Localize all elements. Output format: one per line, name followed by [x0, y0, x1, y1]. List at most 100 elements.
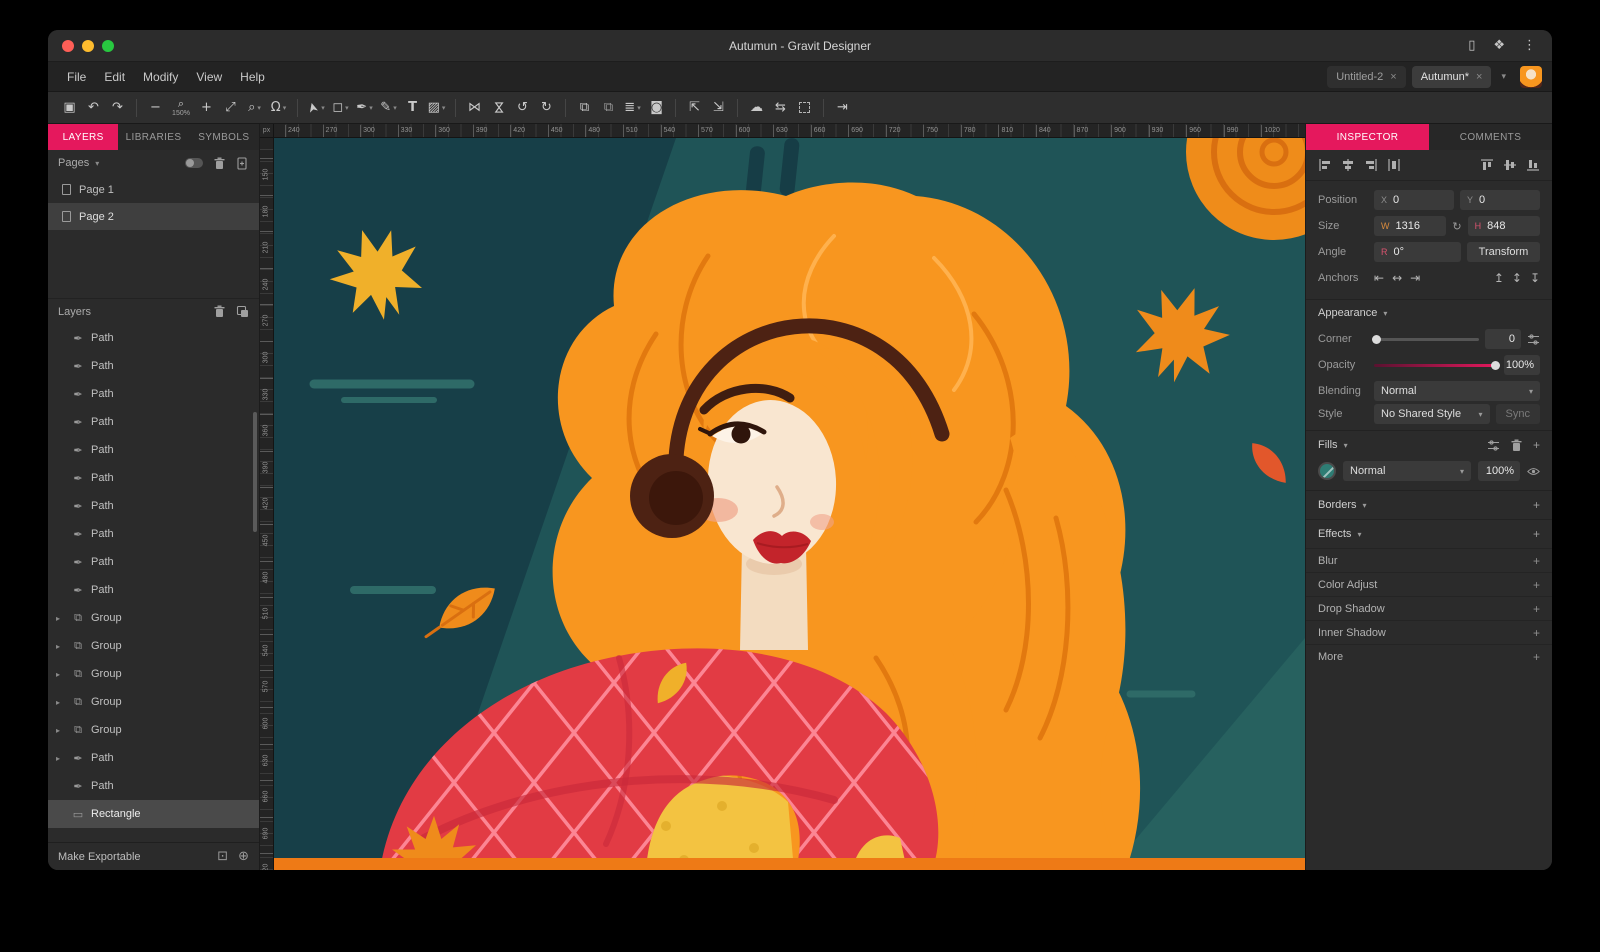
close-window-button[interactable]: [62, 40, 74, 52]
fill-color-swatch[interactable]: [1318, 462, 1336, 480]
layer-row-group-10[interactable]: ▸⧉Group: [48, 604, 259, 632]
expander-icon[interactable]: ▸: [56, 698, 65, 707]
effect-row-color-adjust[interactable]: Color Adjust+: [1306, 572, 1552, 596]
layer-row-path-4[interactable]: ✒Path: [48, 436, 259, 464]
close-tab-icon[interactable]: ×: [1390, 71, 1396, 83]
tab-comments[interactable]: COMMENTS: [1429, 124, 1552, 150]
fill-visibility-eye-icon[interactable]: [1527, 465, 1540, 478]
expander-icon[interactable]: ▸: [56, 642, 65, 651]
sync-history-button[interactable]: ⇆: [769, 96, 792, 120]
add-effect-header-icon[interactable]: +: [1533, 527, 1540, 541]
anchor-bottom-icon[interactable]: ↧: [1530, 271, 1540, 285]
layer-row-group-12[interactable]: ▸⧉Group: [48, 660, 259, 688]
extensions-icon[interactable]: ❖: [1493, 38, 1505, 53]
flip-horizontal-button[interactable]: ⋈: [463, 96, 486, 120]
zoom-level-control[interactable]: ⌕ 150%: [168, 98, 194, 117]
add-export-icon[interactable]: ⊕: [238, 849, 249, 864]
zoom-tool-button[interactable]: ⌕▾: [243, 96, 266, 120]
minimize-window-button[interactable]: [82, 40, 94, 52]
corner-settings-icon[interactable]: [1527, 333, 1540, 346]
sync-button[interactable]: Sync: [1496, 404, 1540, 424]
shared-style-dropdown[interactable]: No Shared Style ▾: [1374, 404, 1490, 424]
pen-tool-button[interactable]: ✒▾: [353, 96, 376, 120]
layer-row-path-16[interactable]: ✒Path: [48, 772, 259, 800]
effect-row-blur[interactable]: Blur+: [1306, 548, 1552, 572]
rotate-cw-button[interactable]: ↻: [535, 96, 558, 120]
effect-row-drop-shadow[interactable]: Drop Shadow+: [1306, 596, 1552, 620]
distribute-h-icon[interactable]: [1387, 158, 1401, 172]
zoom-in-button[interactable]: +: [195, 96, 218, 120]
size-w-field[interactable]: W 1316: [1374, 216, 1446, 236]
page-row-2[interactable]: Page 2: [48, 203, 259, 230]
layer-row-path-5[interactable]: ✒Path: [48, 464, 259, 492]
doc-tab-untitled[interactable]: Untitled-2 ×: [1327, 66, 1406, 88]
undo-button[interactable]: ↶: [82, 96, 105, 120]
blending-dropdown[interactable]: Normal ▾: [1374, 381, 1540, 401]
delete-page-icon[interactable]: [213, 157, 226, 170]
pointer-tool-button[interactable]: ➤▾: [305, 96, 328, 120]
menu-modify[interactable]: Modify: [134, 70, 187, 84]
doc-tab-autumun[interactable]: Autumun* ×: [1412, 66, 1492, 88]
align-bottom-icon[interactable]: [1526, 158, 1540, 172]
anchor-center-h-icon[interactable]: ↔: [1392, 271, 1402, 285]
tab-symbols[interactable]: SYMBOLS: [189, 124, 259, 150]
add-effect-icon[interactable]: +: [1533, 602, 1540, 616]
marquee-select-button[interactable]: [793, 96, 816, 120]
arrange-button[interactable]: ≣▾: [621, 96, 644, 120]
size-h-field[interactable]: H 848: [1468, 216, 1540, 236]
delete-fill-icon[interactable]: [1510, 439, 1523, 452]
tab-inspector[interactable]: INSPECTOR: [1306, 124, 1429, 150]
rotate-ccw-button[interactable]: ↺: [511, 96, 534, 120]
bring-forward-button[interactable]: ⇱: [683, 96, 706, 120]
fill-blend-dropdown[interactable]: Normal ▾: [1343, 461, 1471, 481]
transform-button[interactable]: Transform: [1467, 242, 1540, 262]
align-center-h-icon[interactable]: [1341, 158, 1355, 172]
shape-tool-button[interactable]: ◻▾: [329, 96, 352, 120]
add-effect-icon[interactable]: +: [1533, 554, 1540, 568]
save-button[interactable]: ▣: [58, 96, 81, 120]
expander-icon[interactable]: ▸: [56, 614, 65, 623]
layer-row-path-9[interactable]: ✒Path: [48, 576, 259, 604]
borders-header[interactable]: Borders ▾ +: [1306, 490, 1552, 519]
zoom-out-button[interactable]: −: [144, 96, 167, 120]
anchor-middle-icon[interactable]: ↕: [1512, 271, 1522, 285]
effect-row-inner-shadow[interactable]: Inner Shadow+: [1306, 620, 1552, 644]
add-effect-icon[interactable]: +: [1533, 626, 1540, 640]
menu-edit[interactable]: Edit: [95, 70, 134, 84]
layer-style-icon[interactable]: [236, 305, 249, 318]
fills-header[interactable]: Fills ▾ +: [1306, 430, 1552, 459]
layer-row-path-6[interactable]: ✒Path: [48, 492, 259, 520]
layer-row-path-2[interactable]: ✒Path: [48, 380, 259, 408]
layer-row-group-13[interactable]: ▸⧉Group: [48, 688, 259, 716]
group-button[interactable]: ⧉: [573, 96, 596, 120]
expander-icon[interactable]: ▸: [56, 670, 65, 679]
align-middle-icon[interactable]: [1503, 158, 1517, 172]
pages-toggle[interactable]: [185, 158, 203, 168]
fill-opacity-value[interactable]: 100%: [1478, 461, 1520, 481]
expander-icon[interactable]: ▸: [56, 726, 65, 735]
align-left-icon[interactable]: [1318, 158, 1332, 172]
menu-file[interactable]: File: [58, 70, 95, 84]
export-frame-icon[interactable]: ⊡: [217, 849, 228, 864]
page-preview-icon[interactable]: ▯: [1468, 38, 1475, 53]
add-effect-icon[interactable]: +: [1533, 650, 1540, 664]
opacity-value[interactable]: 100%: [1504, 355, 1540, 375]
cloud-button[interactable]: ☁: [745, 96, 768, 120]
align-top-icon[interactable]: [1480, 158, 1494, 172]
send-backward-button[interactable]: ⇲: [707, 96, 730, 120]
layer-row-rectangle-17[interactable]: ▭Rectangle: [48, 800, 259, 828]
canvas-artwork[interactable]: [274, 138, 1305, 870]
position-x-field[interactable]: X 0: [1374, 190, 1454, 210]
layer-row-group-11[interactable]: ▸⧉Group: [48, 632, 259, 660]
flip-vertical-button[interactable]: ⋈: [487, 96, 510, 120]
redo-button[interactable]: ↷: [106, 96, 129, 120]
layer-row-path-0[interactable]: ✒Path: [48, 324, 259, 352]
appearance-header[interactable]: Appearance ▾: [1306, 300, 1552, 326]
effects-header[interactable]: Effects ▾ +: [1306, 519, 1552, 548]
constrain-proportions-icon[interactable]: ↻: [1452, 220, 1461, 233]
kebab-menu-icon[interactable]: ⋮: [1523, 38, 1536, 53]
tab-layers[interactable]: LAYERS: [48, 124, 118, 150]
add-page-icon[interactable]: [236, 157, 249, 170]
brush-tool-button[interactable]: ✎▾: [377, 96, 400, 120]
angle-field[interactable]: R 0°: [1374, 242, 1461, 262]
